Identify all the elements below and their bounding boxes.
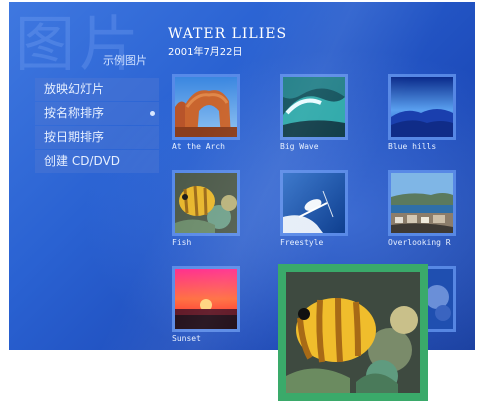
menu-item-sort-by-date[interactable]: 按日期排序 bbox=[35, 126, 159, 149]
thumbnail-freestyle[interactable] bbox=[280, 170, 348, 236]
menu-item-label: 放映幻灯片 bbox=[44, 82, 105, 96]
hills-photo-icon bbox=[391, 77, 453, 137]
action-menu: 放映幻灯片 按名称排序 按日期排序 创建 CD/DVD bbox=[35, 78, 159, 174]
section-label: 示例图片 bbox=[103, 54, 147, 67]
album-title: WATER LILIES bbox=[168, 26, 288, 42]
thumbnail-caption: Big Wave bbox=[280, 142, 319, 151]
thumbnail-big-wave[interactable] bbox=[280, 74, 348, 140]
thumbnail-caption: Freestyle bbox=[280, 238, 324, 247]
section-watermark: 图片 bbox=[15, 10, 143, 80]
thumbnail-overlooking[interactable] bbox=[388, 170, 456, 236]
fish-photo-icon bbox=[175, 173, 237, 233]
thumbnail-caption: Fish bbox=[172, 238, 192, 247]
menu-item-label: 按名称排序 bbox=[44, 106, 105, 120]
harbor-photo-icon bbox=[391, 173, 453, 233]
wave-photo-icon bbox=[283, 77, 345, 137]
thumbnail-sunset[interactable] bbox=[172, 266, 240, 332]
media-center-window: 图片 示例图片 WATER LILIES 2001年7月22日 放映幻灯片 按名… bbox=[0, 0, 484, 402]
thumbnail-caption: Overlooking R bbox=[388, 238, 451, 247]
selected-dot-icon bbox=[150, 111, 155, 116]
menu-item-label: 按日期排序 bbox=[44, 130, 105, 144]
album-date: 2001年7月22日 bbox=[168, 47, 243, 58]
fish-photo-icon bbox=[286, 272, 420, 393]
thumbnail-caption: At the Arch bbox=[172, 142, 225, 151]
menu-item-slideshow[interactable]: 放映幻灯片 bbox=[35, 78, 159, 101]
skier-photo-icon bbox=[283, 173, 345, 233]
thumbnail-caption: Blue hills bbox=[388, 142, 437, 151]
thumbnail-blue-hills[interactable] bbox=[388, 74, 456, 140]
zoomed-thumbnail-preview[interactable] bbox=[278, 264, 428, 401]
sunset-photo-icon bbox=[175, 269, 237, 329]
arch-photo-icon bbox=[175, 77, 237, 137]
thumbnail-caption: Sunset bbox=[172, 334, 201, 343]
menu-item-create-cd[interactable]: 创建 CD/DVD bbox=[35, 150, 159, 173]
menu-item-sort-by-name[interactable]: 按名称排序 bbox=[35, 102, 159, 125]
thumbnail-at-the-arch[interactable] bbox=[172, 74, 240, 140]
menu-item-label: 创建 CD/DVD bbox=[44, 154, 120, 168]
thumbnail-fish[interactable] bbox=[172, 170, 240, 236]
